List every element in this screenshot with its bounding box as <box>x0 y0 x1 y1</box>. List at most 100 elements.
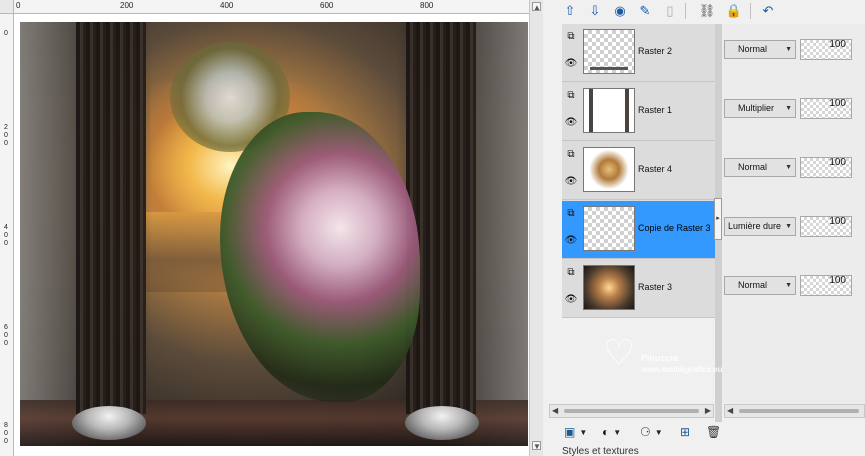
layer-group-icon[interactable]: ⧉ <box>564 30 578 44</box>
new-layer-icon[interactable]: ▣ ▼ <box>564 423 587 441</box>
edit-layer-icon[interactable]: ✎ <box>636 2 654 20</box>
heart-logo-icon: ♡ <box>603 332 636 373</box>
blend-mode-select[interactable]: Lumière dure ▼ <box>724 217 796 236</box>
blend-mode-value: Multiplier <box>738 103 775 113</box>
layer-props-row: Multiplier ▼ 100 <box>722 83 865 141</box>
eye-icon[interactable]: 👁 <box>564 59 578 69</box>
mask-icon[interactable]: ◐ ▼ <box>602 423 621 441</box>
layer-row-raster-3[interactable]: ⧉ 👁 Raster 3 <box>562 260 715 318</box>
ruler-left: 0 2 0 0 4 0 0 6 0 0 8 0 0 <box>0 14 14 456</box>
ruler-left-label: 4 <box>4 224 8 231</box>
scroll-left-arrow-icon[interactable]: ◀ <box>552 406 558 415</box>
scroll-thumb[interactable] <box>739 409 859 413</box>
eye-icon[interactable]: 👁 <box>564 177 578 187</box>
left-column <box>76 22 146 414</box>
layer-thumbnail <box>583 29 635 74</box>
blend-mode-value: Normal <box>738 44 768 54</box>
disabled-layer-icon[interactable]: ▯ <box>661 2 679 20</box>
layer-name: Raster 4 <box>638 164 673 174</box>
dropdown-arrow-icon: ▼ <box>785 46 792 53</box>
lock-icon[interactable]: 🔒 <box>725 2 743 20</box>
dropdown-arrow-icon: ▼ <box>785 282 792 289</box>
layer-group-icon[interactable]: ⧉ <box>564 266 578 280</box>
watermark-url: www.maildigrafica.eu <box>641 365 723 374</box>
ruler-left-label: 6 <box>4 324 8 331</box>
layer-group-icon[interactable]: ⧉ <box>564 148 578 162</box>
eye-icon[interactable]: 👁 <box>564 295 578 305</box>
ruler-left-label: 0 <box>4 438 8 445</box>
layers-list: ⧉ 👁 Raster 2 ⧉ 👁 Raster 1 ⧉ 👁 Raster 4 ⧉… <box>562 24 715 318</box>
ruler-top: 0 200 400 600 800 <box>14 0 529 14</box>
layer-group-icon[interactable]: ⧉ <box>564 207 578 221</box>
styles-panel-title[interactable]: Styles et textures <box>562 446 639 456</box>
ruler-left-label: 0 <box>4 140 8 147</box>
merge-layers-icon[interactable]: ⊞ <box>680 423 690 441</box>
ruler-top-label: 200 <box>120 1 134 10</box>
move-layer-down-icon[interactable]: ⇩ <box>586 2 604 20</box>
eye-icon[interactable]: 👁 <box>564 118 578 128</box>
layer-thumbnail <box>583 147 635 192</box>
effects-icon[interactable]: ⚆ ▼ <box>640 423 663 441</box>
layer-name: Raster 3 <box>638 282 673 292</box>
layer-props-row: Lumière dure ▼ 100 <box>722 201 865 259</box>
props-horizontal-scrollbar[interactable]: ◀ <box>724 404 865 418</box>
ruler-left-label: 0 <box>4 430 8 437</box>
right-pedestal <box>405 406 479 440</box>
ruler-left-label: 2 <box>4 124 8 131</box>
scroll-left-arrow-icon[interactable]: ◀ <box>727 406 733 415</box>
opacity-field[interactable]: 100 <box>800 98 852 119</box>
scroll-thumb[interactable] <box>564 409 699 413</box>
ruler-left-label: 0 <box>4 132 8 139</box>
ruler-top-label: 0 <box>16 1 21 10</box>
ruler-left-label: 0 <box>4 232 8 239</box>
opacity-field[interactable]: 100 <box>800 275 852 296</box>
ruler-top-label: 800 <box>420 1 434 10</box>
toolbar-divider <box>750 3 751 19</box>
scroll-down-arrow-icon[interactable]: ▼ <box>532 441 541 451</box>
layers-palette: ⇧ ⇩ ◉ ✎ ▯ ⛓ 🔒 ↶ ⧉ 👁 Raster 2 ⧉ 👁 Raster … <box>543 0 865 456</box>
layer-name: Raster 2 <box>638 46 673 56</box>
ruler-left-label: 0 <box>4 30 8 37</box>
undo-icon[interactable]: ↶ <box>759 2 777 20</box>
layer-row-raster-1[interactable]: ⧉ 👁 Raster 1 <box>562 83 715 141</box>
link-icon[interactable]: ⛓ <box>698 2 716 20</box>
opacity-field[interactable]: 100 <box>800 39 852 60</box>
watermark: ♡ Pinuccia www.maildigrafica.eu <box>603 333 803 383</box>
ruler-left-label: 0 <box>4 332 8 339</box>
layer-props-row: Normal ▼ 100 <box>722 260 865 318</box>
blend-mode-value: Normal <box>738 162 768 172</box>
layer-thumbnail <box>583 206 635 251</box>
expand-arrow-icon[interactable]: ▸ <box>714 198 722 240</box>
move-layer-up-icon[interactable]: ⇧ <box>561 2 579 20</box>
canvas-pane: 0 200 400 600 800 0 2 0 0 4 0 0 6 0 0 8 … <box>0 0 543 456</box>
layer-name: Copie de Raster 3 <box>638 223 711 233</box>
layer-thumbnail <box>583 88 635 133</box>
canvas-vertical-scrollbar[interactable]: ▲ ▼ <box>529 0 543 456</box>
visibility-toggle-icon[interactable]: ◉ <box>611 2 629 20</box>
scroll-up-arrow-icon[interactable]: ▲ <box>532 2 541 12</box>
eye-icon[interactable]: 👁 <box>564 236 578 246</box>
blend-mode-select[interactable]: Normal ▼ <box>724 158 796 177</box>
ruler-left-label: 0 <box>4 340 8 347</box>
opacity-field[interactable]: 100 <box>800 157 852 178</box>
trash-icon[interactable]: 🗑 <box>706 423 721 441</box>
scroll-right-arrow-icon[interactable]: ▶ <box>705 406 711 415</box>
layers-horizontal-scrollbar[interactable]: ◀ ▶ <box>549 404 714 418</box>
layer-props-row: Normal ▼ 100 <box>722 24 865 82</box>
layer-row-raster-4[interactable]: ⧉ 👁 Raster 4 <box>562 142 715 200</box>
opacity-field[interactable]: 100 <box>800 216 852 237</box>
layer-row-raster-2[interactable]: ⧉ 👁 Raster 2 <box>562 24 715 82</box>
ruler-top-label: 400 <box>220 1 234 10</box>
ruler-left-label: 0 <box>4 240 8 247</box>
left-pedestal <box>72 406 146 440</box>
canvas-image[interactable] <box>20 22 528 446</box>
dropdown-arrow-icon: ▼ <box>785 164 792 171</box>
blend-mode-select[interactable]: Multiplier ▼ <box>724 99 796 118</box>
layer-group-icon[interactable]: ⧉ <box>564 89 578 103</box>
blend-mode-select[interactable]: Normal ▼ <box>724 276 796 295</box>
layers-toolbar-top: ⇧ ⇩ ◉ ✎ ▯ ⛓ 🔒 ↶ <box>543 0 865 22</box>
layer-row-copie-de-raster-3[interactable]: ⧉ 👁 Copie de Raster 3 <box>562 201 715 259</box>
blend-mode-select[interactable]: Normal ▼ <box>724 40 796 59</box>
layer-name: Raster 1 <box>638 105 673 115</box>
ruler-corner <box>0 0 14 14</box>
